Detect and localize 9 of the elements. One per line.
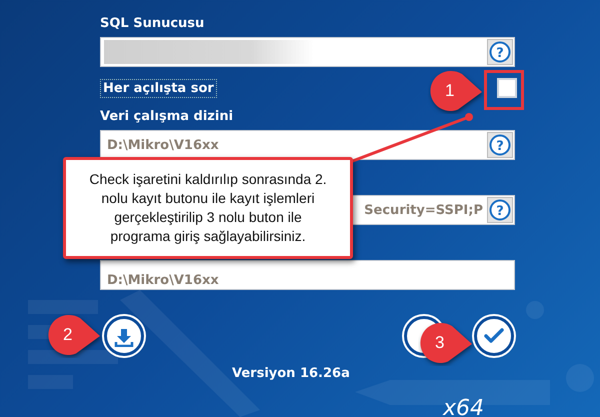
marker-number: 3	[435, 333, 444, 353]
marker-number: 1	[445, 81, 454, 101]
marker-number: 2	[63, 325, 72, 345]
platform-label: x64	[443, 396, 484, 417]
annotation-tooltip: Check işaretini kaldırılıp sonrasında 2. nolu kayıt butonu ile kayıt işlemleri gerçekleştirilip 3 nolu buton ile programa giriş sağlayabilirsiniz.	[63, 157, 353, 259]
field-label: SQL Sunucusu	[100, 15, 206, 33]
version-text: Versiyon 16.26a	[232, 366, 350, 381]
field-label: Veri çalışma dizini	[100, 108, 234, 126]
checkbox-label: Her açılışta sor	[100, 78, 217, 98]
